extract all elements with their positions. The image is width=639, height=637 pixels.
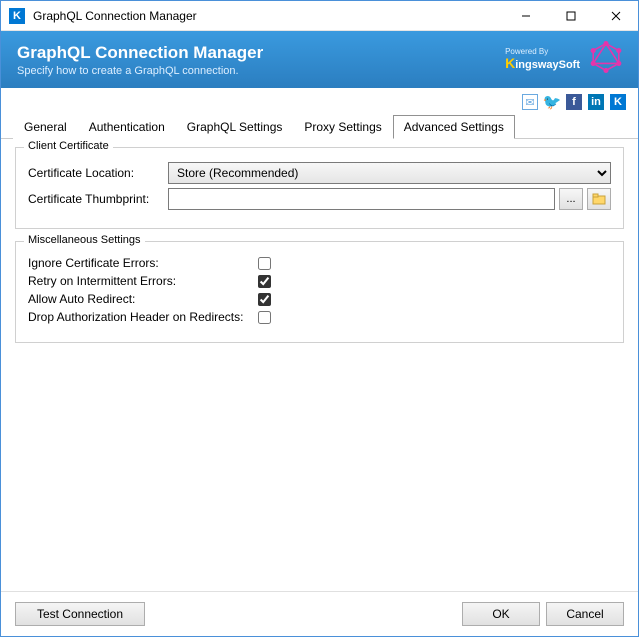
miscellaneous-settings-group: Miscellaneous Settings Ignore Certificat… — [15, 241, 624, 343]
kingswaysoft-logo: Powered By KingswaySoft — [505, 48, 580, 71]
thumbprint-browse-button[interactable]: ... — [559, 188, 583, 210]
miscellaneous-legend: Miscellaneous Settings — [24, 234, 145, 246]
tab-advanced-settings[interactable]: Advanced Settings — [393, 115, 515, 139]
header-banner: GraphQL Connection Manager Specify how t… — [1, 31, 638, 88]
email-icon[interactable]: ✉ — [522, 94, 538, 110]
tab-proxy-settings[interactable]: Proxy Settings — [293, 115, 392, 139]
folder-icon — [592, 193, 606, 205]
dialog-window: K GraphQL Connection Manager GraphQL Con… — [0, 0, 639, 637]
tab-graphql-settings[interactable]: GraphQL Settings — [176, 115, 294, 139]
retry-errors-label: Retry on Intermittent Errors: — [28, 274, 258, 288]
certificate-location-label: Certificate Location: — [28, 166, 168, 180]
twitter-icon[interactable]: 🐦 — [544, 94, 560, 110]
tab-content: Client Certificate Certificate Location:… — [1, 139, 638, 591]
window-title: GraphQL Connection Manager — [33, 9, 503, 23]
header-logos: Powered By KingswaySoft — [505, 41, 622, 78]
close-icon — [611, 11, 621, 21]
tab-bar: General Authentication GraphQL Settings … — [1, 114, 638, 139]
tab-authentication[interactable]: Authentication — [78, 115, 176, 139]
test-connection-button[interactable]: Test Connection — [15, 602, 145, 626]
ok-button[interactable]: OK — [462, 602, 540, 626]
allow-redirect-checkbox[interactable] — [258, 293, 271, 306]
certificate-location-select[interactable]: Store (Recommended) — [168, 162, 611, 184]
brand-name: ingswaySoft — [515, 59, 580, 71]
titlebar: K GraphQL Connection Manager — [1, 1, 638, 31]
social-links: ✉ 🐦 f in K — [1, 88, 638, 114]
footer-bar: Test Connection OK Cancel — [1, 591, 638, 636]
maximize-icon — [566, 11, 576, 21]
linkedin-icon[interactable]: in — [588, 94, 604, 110]
close-button[interactable] — [593, 1, 638, 30]
header-subtitle: Specify how to create a GraphQL connecti… — [17, 65, 263, 77]
client-certificate-legend: Client Certificate — [24, 140, 113, 152]
graphql-icon — [590, 41, 622, 78]
ignore-cert-errors-label: Ignore Certificate Errors: — [28, 256, 258, 270]
kingswaysoft-icon[interactable]: K — [610, 94, 626, 110]
minimize-button[interactable] — [503, 1, 548, 30]
allow-redirect-label: Allow Auto Redirect: — [28, 292, 258, 306]
header-text: GraphQL Connection Manager Specify how t… — [17, 43, 263, 77]
retry-errors-checkbox[interactable] — [258, 275, 271, 288]
app-icon: K — [9, 8, 25, 24]
drop-auth-header-checkbox[interactable] — [258, 311, 271, 324]
maximize-button[interactable] — [548, 1, 593, 30]
certificate-thumbprint-label: Certificate Thumbprint: — [28, 192, 168, 206]
tab-general[interactable]: General — [13, 115, 78, 139]
powered-by-label: Powered By — [505, 48, 580, 56]
ignore-cert-errors-checkbox[interactable] — [258, 257, 271, 270]
header-title: GraphQL Connection Manager — [17, 43, 263, 63]
client-certificate-group: Client Certificate Certificate Location:… — [15, 147, 624, 229]
facebook-icon[interactable]: f — [566, 94, 582, 110]
certificate-thumbprint-input[interactable] — [168, 188, 555, 210]
minimize-icon — [521, 11, 531, 21]
cancel-button[interactable]: Cancel — [546, 602, 624, 626]
thumbprint-folder-button[interactable] — [587, 188, 611, 210]
drop-auth-header-label: Drop Authorization Header on Redirects: — [28, 310, 258, 324]
window-controls — [503, 1, 638, 30]
